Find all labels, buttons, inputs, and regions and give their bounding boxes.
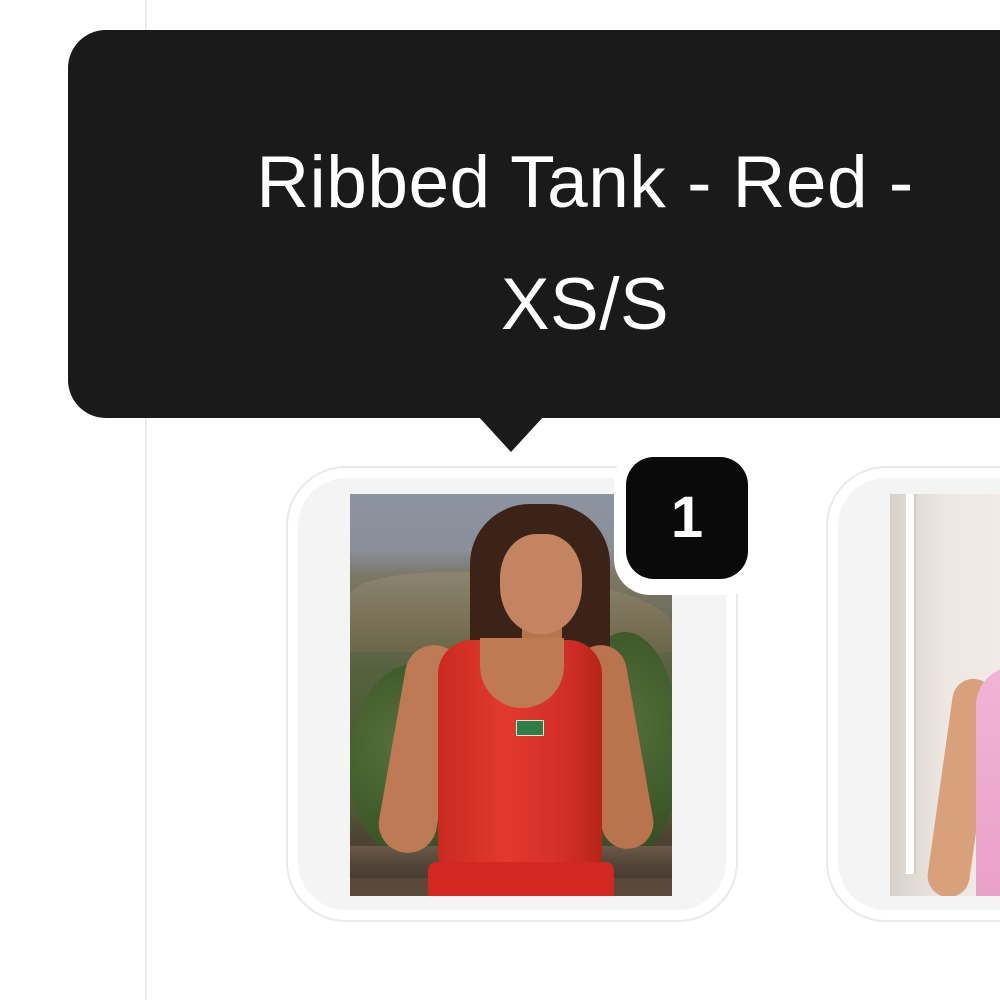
quantity-badge-count: 1 bbox=[626, 457, 748, 579]
model-face bbox=[500, 534, 582, 634]
quantity-badge: 1 bbox=[614, 445, 764, 595]
product-thumbnail-card[interactable] bbox=[838, 478, 1000, 910]
tooltip-pointer-icon bbox=[478, 416, 544, 452]
tooltip-line-1: Ribbed Tank - Red - bbox=[256, 142, 914, 223]
tank-logo-patch bbox=[516, 720, 544, 736]
product-image[interactable] bbox=[890, 494, 1000, 896]
product-tooltip: Ribbed Tank - Red - XS/S bbox=[68, 30, 1000, 418]
background-door bbox=[906, 494, 916, 874]
red-shorts bbox=[428, 862, 614, 896]
tooltip-line-2: XS/S bbox=[500, 264, 670, 345]
pink-dress bbox=[976, 666, 1000, 896]
page: Ribbed Tank - Red - XS/S 1 bbox=[0, 0, 1000, 1000]
tooltip-text: Ribbed Tank - Red - XS/S bbox=[68, 122, 1000, 366]
